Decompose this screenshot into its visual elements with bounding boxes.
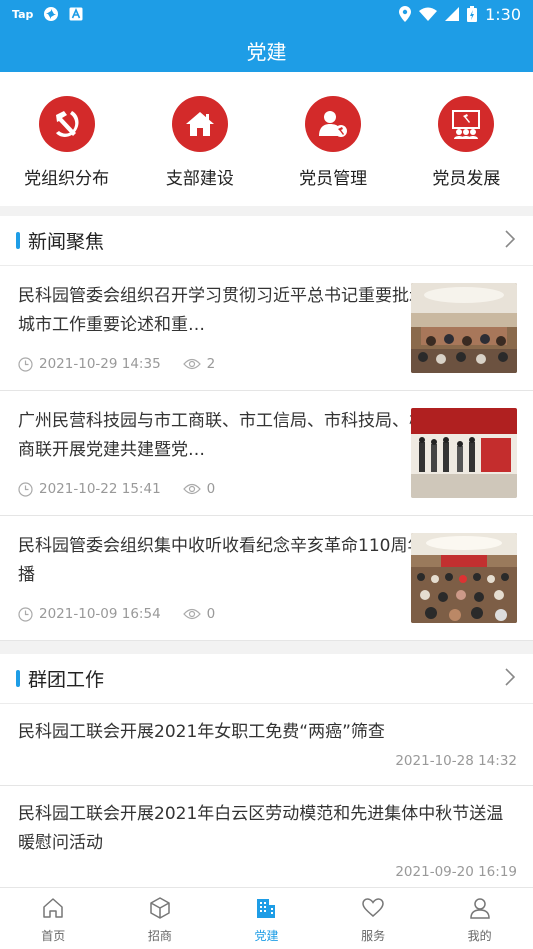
eye-icon — [182, 483, 201, 495]
tab-label: 我的 — [467, 929, 492, 943]
quick-link-label: 党员发展 — [432, 169, 501, 189]
hammer-sickle-icon — [38, 96, 95, 152]
quick-link-member-development[interactable]: 党员发展 — [400, 72, 533, 206]
eye-icon — [182, 358, 201, 370]
section-accent-bar — [16, 670, 20, 687]
clock-icon — [18, 356, 33, 372]
tab-mine[interactable]: 我的 — [426, 888, 533, 949]
signal-icon — [445, 7, 460, 21]
news-meta: 2021-10-22 15:41 0 — [18, 481, 215, 497]
a-icon — [69, 7, 83, 21]
home-outline-icon — [41, 896, 65, 923]
cube-icon — [148, 896, 172, 923]
eye-icon — [182, 608, 201, 620]
tab-party-building[interactable]: 党建 — [213, 888, 320, 949]
news-meta: 2021-10-29 14:35 2 — [18, 356, 215, 372]
section-title: 新闻聚焦 — [28, 231, 105, 253]
tab-home[interactable]: 首页 — [0, 888, 107, 949]
news-date: 2021-10-22 15:41 — [39, 481, 161, 497]
chevron-right-icon — [505, 667, 516, 690]
tab-label: 党建 — [254, 929, 279, 943]
news-thumbnail — [411, 408, 517, 498]
news-thumbnail — [411, 283, 517, 373]
news-views: 0 — [206, 606, 216, 622]
news-section: 新闻聚焦 民科园管委会组织召开学习贯彻习近平总书记重要批示、关于城市工作重要论述… — [0, 216, 533, 641]
clock-icon — [18, 606, 33, 622]
groups-section: 群团工作 民科园工联会开展2021年女职工免费“两癌”筛查 2021-10-28… — [0, 654, 533, 887]
group-item[interactable]: 民科园工联会开展2021年女职工免费“两癌”筛查 2021-10-28 14:3… — [0, 704, 533, 786]
news-section-header[interactable]: 新闻聚焦 — [0, 216, 533, 266]
news-views: 0 — [206, 481, 216, 497]
news-item[interactable]: 民科园管委会组织召开学习贯彻习近平总书记重要批示、关于城市工作重要论述和重… 2… — [0, 266, 533, 391]
clock-icon — [18, 481, 33, 497]
battery-icon — [467, 6, 478, 22]
news-views: 2 — [206, 356, 216, 372]
tab-label: 招商 — [147, 929, 172, 943]
news-date: 2021-10-29 14:35 — [39, 356, 161, 372]
tap-icon: Tap — [12, 7, 34, 21]
wifi-icon — [419, 7, 438, 21]
tab-label: 首页 — [41, 929, 66, 943]
clock-time: 1:30 — [485, 4, 521, 24]
groups-section-header[interactable]: 群团工作 — [0, 654, 533, 704]
pinwheel-icon — [43, 6, 59, 22]
home-icon — [171, 96, 228, 152]
page-title: 党建 — [246, 39, 287, 64]
app-bar: 党建 — [0, 28, 533, 72]
tab-investment[interactable]: 招商 — [107, 888, 214, 949]
heart-icon — [361, 896, 385, 923]
location-icon — [399, 6, 412, 22]
quick-link-party-org[interactable]: 党组织分布 — [0, 72, 133, 206]
user-icon — [468, 896, 492, 923]
news-date: 2021-10-09 16:54 — [39, 606, 161, 622]
bottom-tab-bar: 首页 招商 党建 服务 我的 — [0, 887, 533, 949]
quick-links: 党组织分布 支部建设 党员管理 党员发展 — [0, 72, 533, 206]
section-title: 群团工作 — [28, 669, 105, 691]
quick-link-member-manage[interactable]: 党员管理 — [267, 72, 400, 206]
group-date: 2021-10-28 14:32 — [395, 753, 517, 769]
group-item[interactable]: 民科园工联会开展2021年白云区劳动模范和先进集体中秋节送温暖慰问活动 2021… — [0, 786, 533, 887]
news-thumbnail — [411, 533, 517, 623]
section-accent-bar — [16, 232, 20, 249]
group-headline: 民科园工联会开展2021年女职工免费“两癌”筛查 — [18, 722, 385, 742]
quick-link-label: 党员管理 — [299, 169, 368, 189]
news-meta: 2021-10-09 16:54 0 — [18, 606, 215, 622]
member-manage-icon — [305, 96, 362, 152]
building-icon — [254, 896, 278, 923]
member-development-icon — [438, 96, 495, 152]
news-item[interactable]: 广州民营科技园与市工商联、市工信局、市科技局、柳州市工商联开展党建共建暨党… 2… — [0, 391, 533, 516]
tab-service[interactable]: 服务 — [320, 888, 427, 949]
group-headline: 民科园工联会开展2021年白云区劳动模范和先进集体中秋节送温暖慰问活动 — [18, 804, 504, 853]
chevron-right-icon — [505, 229, 516, 252]
news-item[interactable]: 民科园管委会组织集中收听收看纪念辛亥革命110周年大会直播 2021-10-09… — [0, 516, 533, 641]
quick-link-label: 支部建设 — [165, 169, 234, 189]
tab-label: 服务 — [361, 929, 386, 943]
quick-link-branch[interactable]: 支部建设 — [133, 72, 266, 206]
status-bar: Tap 1:30 — [0, 0, 533, 28]
quick-link-label: 党组织分布 — [24, 169, 110, 189]
group-date: 2021-09-20 16:19 — [395, 864, 517, 880]
